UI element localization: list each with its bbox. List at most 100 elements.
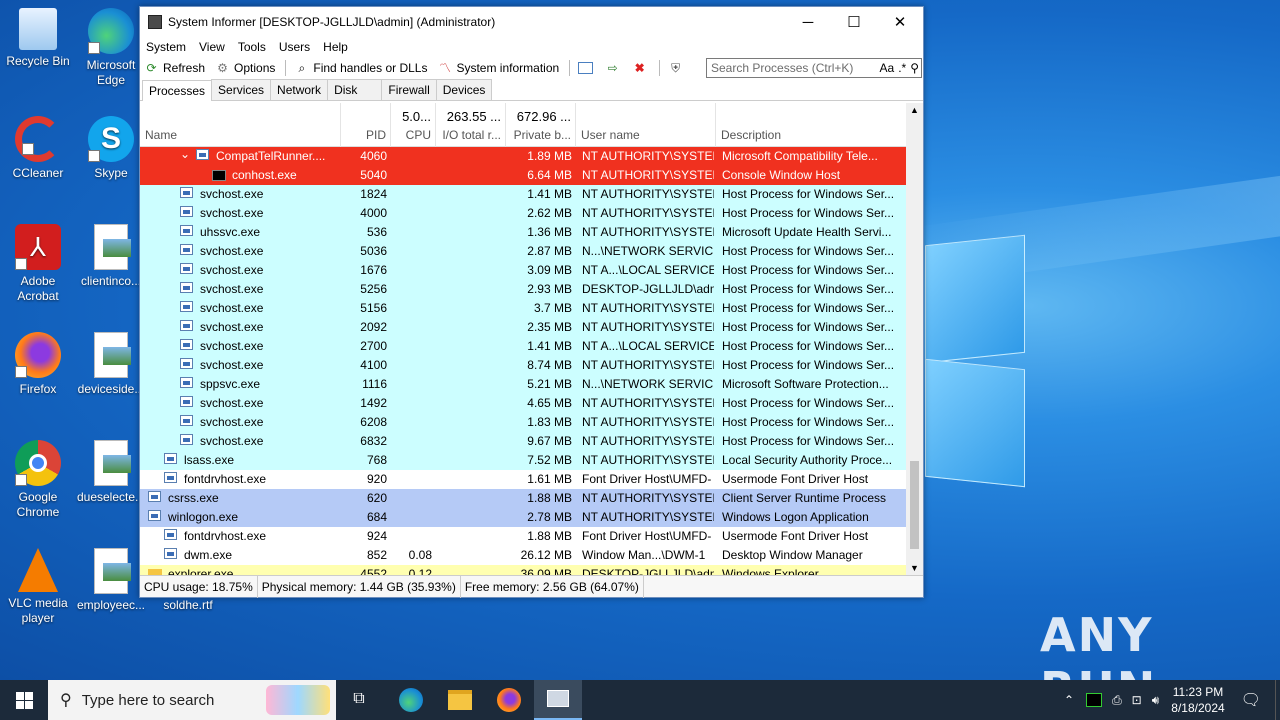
minimize-button[interactable]: ─ [785, 7, 831, 37]
console-tray-icon[interactable] [1086, 693, 1103, 707]
scroll-up-icon[interactable]: ▲ [910, 105, 919, 115]
process-row[interactable]: uhssvc.exe 536 1.36 MB NT AUTHORITY\SYSTEM M… [140, 223, 908, 242]
process-description: Host Process for Windows Ser... [722, 187, 895, 201]
column-cpu[interactable]: 5.0... CPU [391, 103, 436, 147]
process-row[interactable]: svchost.exe 2092 2.35 MB NT AUTHORITY\SYSTE… [140, 318, 908, 337]
process-row[interactable]: svchost.exe 6832 9.67 MB NT AUTHORITY\SYSTE… [140, 432, 908, 451]
vertical-scrollbar[interactable]: ▲ ▼ [906, 103, 923, 575]
desktop-icon-firefox[interactable]: Firefox [0, 332, 76, 397]
process-row[interactable]: svchost.exe 5036 2.87 MB N...\NETWORK SERVI… [140, 242, 908, 261]
taskbar-system-informer-icon[interactable] [534, 680, 582, 720]
desktop-icon-vlc[interactable]: VLC media player [0, 548, 76, 626]
process-row[interactable]: sppsvc.exe 1116 5.21 MB N...\NETWORK SERVIC… [140, 375, 908, 394]
process-row[interactable]: svchost.exe 5256 2.93 MB DESKTOP-JGLLJLD\ad… [140, 280, 908, 299]
process-row[interactable]: lsass.exe 768 7.52 MB NT AUTHORITY\SYSTEM Lo… [140, 451, 908, 470]
chevron-down-icon[interactable]: ⌄ [140, 508, 142, 522]
volume-icon[interactable]: 🔊︎ [1152, 693, 1160, 708]
process-tree[interactable]: Name PID 5.0... CPU 263.55 ... I/O total r… [140, 103, 908, 575]
regex-toggle[interactable]: .* [898, 61, 906, 75]
taskbar-search-box[interactable]: ⚲ Type here to search [48, 680, 336, 720]
maximize-button[interactable]: ☐ [831, 7, 877, 37]
process-pid: 536 [366, 225, 387, 239]
column-io[interactable]: 263.55 ... I/O total r... [436, 103, 506, 147]
find-window-button[interactable]: ⇨ [605, 61, 624, 75]
search-input[interactable]: Search Processes (Ctrl+K) Aa .* ⚲ [706, 58, 922, 78]
process-row[interactable]: explorer.exe 4552 0.12 36.09 MB DESKTOP-JGLL… [140, 565, 908, 575]
desktop-icon-clientinco[interactable]: clientinco... [73, 224, 149, 289]
chevron-down-icon[interactable]: ⌄ [180, 147, 190, 161]
process-row[interactable]: svchost.exe 1492 4.65 MB NT AUTHORITY\SYSTE… [140, 394, 908, 413]
process-row[interactable]: svchost.exe 1676 3.09 MB NT A...\LOCAL SERV… [140, 261, 908, 280]
desktop-icon-acrobat[interactable]: ⅄ Adobe Acrobat [0, 224, 76, 304]
close-button[interactable]: ✕ [877, 7, 923, 37]
match-case-toggle[interactable]: Aa [880, 61, 895, 75]
process-row[interactable]: svchost.exe 6208 1.83 MB NT AUTHORITY\SYSTE… [140, 413, 908, 432]
scroll-down-icon[interactable]: ▼ [910, 563, 919, 573]
process-row[interactable]: conhost.exe 5040 6.64 MB NT AUTHORITY\SYSTE… [140, 166, 908, 185]
terminate-button[interactable]: ✖ [632, 61, 651, 75]
process-row[interactable]: svchost.exe 4000 2.62 MB NT AUTHORITY\SYSTE… [140, 204, 908, 223]
system-informer-window[interactable]: System Informer [DESKTOP-JGLLJLD\admin] … [139, 6, 924, 598]
process-name: fontdrvhost.exe [184, 529, 267, 543]
menu-bar: System View Tools Users Help [140, 37, 923, 57]
search-icon: ⚲ [60, 692, 72, 709]
tab-disk[interactable]: Disk [327, 79, 383, 100]
refresh-button[interactable]: ⟳ Refresh [144, 61, 205, 75]
start-button[interactable] [0, 680, 48, 720]
tab-devices[interactable]: Devices [435, 79, 493, 100]
chevron-up-icon[interactable]: ⌃ [1064, 693, 1074, 707]
process-row[interactable]: fontdrvhost.exe 924 1.88 MB Font Driver Hos… [140, 527, 908, 546]
find-handles-button[interactable]: ⌕ Find handles or DLLs [294, 61, 428, 75]
process-description: Usermode Font Driver Host [722, 472, 869, 486]
system-information-button[interactable]: 〽 System information [437, 61, 559, 75]
window-button[interactable] [578, 62, 597, 74]
process-row[interactable]: ⌄ winlogon.exe 684 2.78 MB NT AUTHORITY\SYST… [140, 508, 908, 527]
taskbar-explorer-icon[interactable] [448, 690, 472, 710]
tab-services[interactable]: Services [211, 79, 272, 100]
process-row[interactable]: svchost.exe 5156 3.7 MB NT AUTHORITY\SYSTEM… [140, 299, 908, 318]
desktop-icon-employeec[interactable]: employeec... [73, 548, 149, 613]
process-pid: 852 [366, 548, 387, 562]
desktop-icon-ccleaner[interactable]: CCleaner [0, 116, 76, 181]
desktop-icon-skype[interactable]: S Skype [73, 116, 149, 181]
desktop-icon-chrome[interactable]: Google Chrome [0, 440, 76, 520]
process-row[interactable]: ⌄ CompatTelRunner.... 4060 1.89 MB NT AUTHOR… [140, 147, 908, 166]
process-row[interactable]: dwm.exe 852 0.08 26.12 MB Window Man...\DWM-… [140, 546, 908, 565]
menu-system[interactable]: System [146, 40, 186, 54]
process-row[interactable]: svchost.exe 2700 1.41 MB NT A...\LOCAL SERV… [140, 337, 908, 356]
title-bar[interactable]: System Informer [DESKTOP-JGLLJLD\admin] … [140, 7, 923, 37]
tab-network[interactable]: Network [270, 79, 329, 100]
tab-processes[interactable]: Processes [142, 80, 213, 101]
taskbar-edge-icon[interactable] [399, 688, 423, 712]
task-view-icon[interactable]: ⧉ [346, 690, 372, 710]
column-name[interactable]: Name [140, 103, 341, 147]
desktop-icon-dueselecte[interactable]: dueselecte... [73, 440, 149, 505]
menu-help[interactable]: Help [323, 40, 348, 54]
column-private-bytes[interactable]: 672.96 ... Private b... [506, 103, 576, 147]
scrollbar-thumb[interactable] [910, 461, 919, 549]
options-button[interactable]: ⚙ Options [215, 61, 275, 75]
clock[interactable]: 11:23 PM 8/18/2024 [1171, 684, 1224, 716]
menu-view[interactable]: View [199, 40, 225, 54]
process-row[interactable]: svchost.exe 4100 8.74 MB NT AUTHORITY\SYSTE… [140, 356, 908, 375]
menu-tools[interactable]: Tools [238, 40, 266, 54]
desktop-icon-recycle-bin[interactable]: Recycle Bin [0, 8, 76, 69]
column-description[interactable]: Description [716, 103, 908, 147]
shield-button[interactable]: ⛨ [668, 61, 687, 75]
menu-users[interactable]: Users [279, 40, 310, 54]
tab-firewall[interactable]: Firewall [381, 79, 437, 100]
network-icon[interactable]: ⊡ [1132, 693, 1142, 707]
device-icon[interactable]: ⎙ [1112, 693, 1122, 708]
taskbar-firefox-icon[interactable] [497, 688, 521, 712]
process-row[interactable]: csrss.exe 620 1.88 MB NT AUTHORITY\SYSTEM Cl… [140, 489, 908, 508]
process-row[interactable]: svchost.exe 1824 1.41 MB NT AUTHORITY\SYSTE… [140, 185, 908, 204]
desktop-icon-edge[interactable]: Microsoft Edge [73, 8, 149, 88]
column-user-name[interactable]: User name [576, 103, 716, 147]
process-row[interactable]: fontdrvhost.exe 920 1.61 MB Font Driver Hos… [140, 470, 908, 489]
column-pid[interactable]: PID [341, 103, 391, 147]
search-icon[interactable]: ⚲ [910, 61, 919, 75]
process-name: svchost.exe [200, 415, 264, 429]
show-desktop-button[interactable] [1275, 680, 1280, 720]
notification-icon[interactable]: 🗨︎ [1241, 690, 1261, 710]
desktop-icon-deviceside[interactable]: deviceside... [73, 332, 149, 397]
